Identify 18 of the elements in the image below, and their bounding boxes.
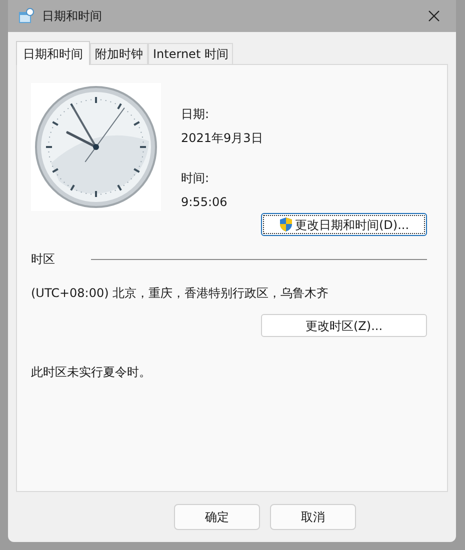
dst-note: 此时区未实行夏令时。 bbox=[31, 364, 152, 381]
tab[interactable]: 附加时钟 bbox=[90, 43, 148, 64]
dialog-button[interactable]: 确定 bbox=[174, 504, 260, 530]
tab[interactable]: 日期和时间 bbox=[16, 41, 90, 65]
date-value: 2021年9月3日 bbox=[181, 130, 263, 147]
time-zone-text: (UTC+08:00) 北京，重庆，香港特别行政区，乌鲁木齐 bbox=[31, 285, 330, 302]
close-icon bbox=[428, 10, 440, 22]
shield-icon bbox=[278, 217, 293, 232]
tab[interactable]: Internet 时间 bbox=[148, 43, 234, 64]
change-time-zone-button[interactable]: 更改时区(Z)... bbox=[261, 314, 427, 337]
time-label: 时间: bbox=[181, 170, 210, 187]
time-zone-heading: 时区 bbox=[31, 251, 55, 268]
calendar-clock-icon bbox=[18, 8, 34, 24]
dialog-button[interactable]: 取消 bbox=[270, 504, 356, 530]
date-label: 日期: bbox=[181, 106, 210, 123]
change-date-time-button[interactable]: 更改日期和时间(D)... bbox=[261, 213, 427, 236]
window-title: 日期和时间 bbox=[42, 8, 102, 25]
time-value: 9:55:06 bbox=[181, 194, 228, 211]
